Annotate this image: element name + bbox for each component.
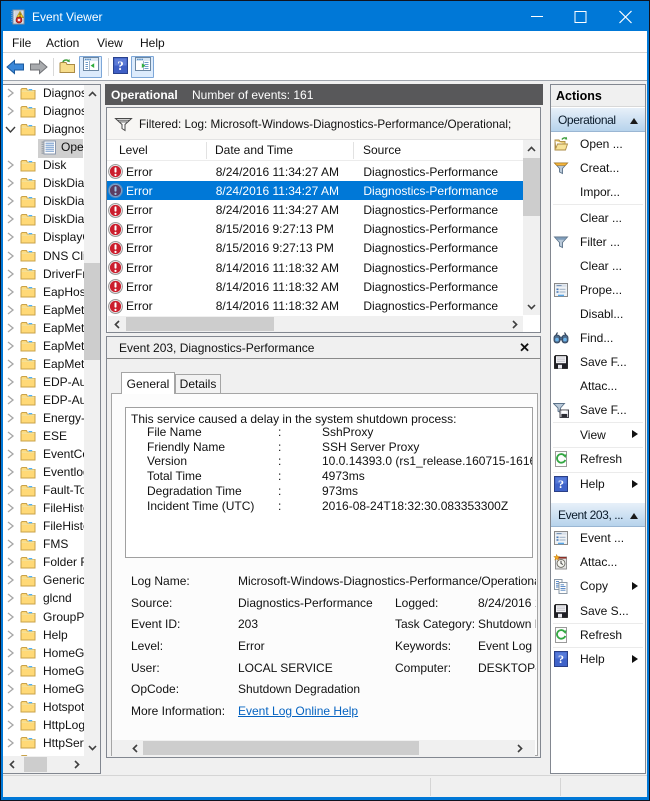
svg-text:?: ?	[117, 58, 124, 73]
svg-text:?: ?	[558, 652, 564, 666]
svg-text:?: ?	[558, 477, 564, 491]
